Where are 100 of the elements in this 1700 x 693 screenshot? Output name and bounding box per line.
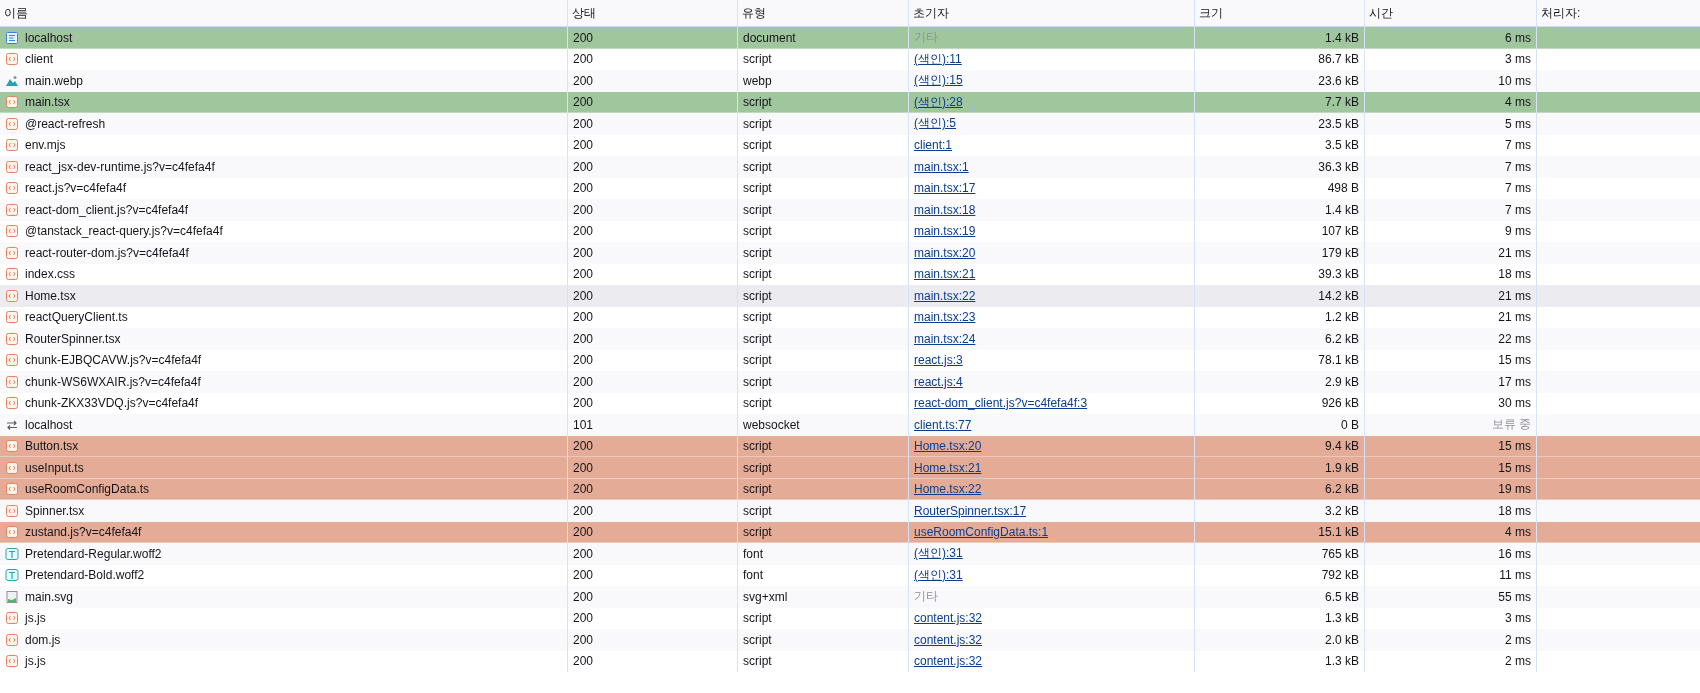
request-row[interactable]: chunk-WS6WXAIR.js?v=c4fefa4f 200 script react.js:4 2.9 kB 17 ms — [0, 371, 1700, 393]
initiator-link[interactable]: content.js:32 — [914, 632, 983, 647]
request-row[interactable]: Pretendard-Regular.woff2 200 font (색인):31 765 kB 16 ms — [0, 543, 1700, 565]
transfer-size: 3.2 kB — [1324, 503, 1359, 518]
request-row[interactable]: @react-refresh 200 script (색인):5 23.5 kB 5 ms — [0, 113, 1700, 135]
transfer-size: 23.5 kB — [1318, 116, 1359, 131]
request-row[interactable]: Home.tsx 200 script main.tsx:22 14.2 kB 21 ms — [0, 285, 1700, 307]
request-row[interactable]: Button.tsx 200 script Home.tsx:20 9.4 kB 15 ms — [0, 435, 1700, 457]
transfer-size: 36.3 kB — [1318, 159, 1359, 174]
request-row[interactable]: main.webp 200 webp (색인):15 23.6 kB 10 ms — [0, 70, 1700, 92]
script-file-icon — [5, 116, 19, 131]
initiator-link[interactable]: main.tsx:1 — [914, 159, 969, 174]
duration: 3 ms — [1505, 52, 1531, 67]
initiator-link[interactable]: RouterSpinner.tsx:17 — [914, 503, 1027, 518]
font-icon — [5, 546, 19, 561]
request-row[interactable]: main.tsx 200 script (색인):28 7.7 kB 4 ms — [0, 91, 1700, 113]
request-row[interactable]: zustand.js?v=c4fefa4f 200 script useRoomConfigData.ts:1 15.1 kB 4 ms — [0, 521, 1700, 543]
request-row[interactable]: useRoomConfigData.ts 200 script Home.tsx:22 6.2 kB 19 ms — [0, 478, 1700, 500]
initiator-link[interactable]: main.tsx:17 — [914, 181, 976, 196]
initiator-link[interactable]: main.tsx:22 — [914, 288, 976, 303]
duration: 15 ms — [1498, 439, 1531, 454]
duration: 21 ms — [1498, 310, 1531, 325]
initiator-link[interactable]: main.tsx:18 — [914, 202, 976, 217]
resource-type: font — [743, 568, 763, 583]
initiator-link[interactable]: (색인):11 — [914, 50, 962, 68]
resource-type: script — [743, 181, 772, 196]
script-file-icon — [5, 159, 19, 174]
initiator-link[interactable]: react-dom_client.js?v=c4fefa4f:3 — [914, 396, 1088, 411]
request-row[interactable]: react_jsx-dev-runtime.js?v=c4fefa4f 200 script main.tsx:1 36.3 kB 7 ms — [0, 156, 1700, 178]
duration: 2 ms — [1505, 654, 1531, 669]
initiator-link[interactable]: (색인):28 — [914, 93, 963, 111]
image-icon — [5, 73, 19, 88]
transfer-size: 14.2 kB — [1318, 288, 1359, 303]
status-code: 200 — [573, 589, 594, 604]
initiator-link[interactable]: content.js:32 — [914, 611, 983, 626]
initiator-link[interactable]: react.js:4 — [914, 374, 963, 389]
status-code: 200 — [573, 611, 594, 626]
script-file-icon — [5, 374, 19, 389]
file-name: Pretendard-Bold.woff2 — [25, 568, 145, 583]
file-name: @react-refresh — [25, 116, 106, 131]
script-file-icon — [5, 503, 19, 518]
file-name: RouterSpinner.tsx — [25, 331, 121, 346]
script-file-icon — [5, 95, 19, 110]
transfer-size: 765 kB — [1321, 546, 1359, 561]
initiator-link[interactable]: main.tsx:19 — [914, 224, 976, 239]
initiator-link[interactable]: react.js:3 — [914, 353, 963, 368]
initiator-link[interactable]: content.js:32 — [914, 654, 983, 669]
initiator-link[interactable]: useRoomConfigData.ts:1 — [914, 525, 1049, 540]
request-row[interactable]: useInput.ts 200 script Home.tsx:21 1.9 kB 15 ms — [0, 457, 1700, 479]
request-row[interactable]: react-router-dom.js?v=c4fefa4f 200 script main.tsx:20 179 kB 21 ms — [0, 242, 1700, 264]
resource-type: script — [743, 267, 772, 282]
request-row[interactable]: dom.js 200 script content.js:32 2.0 kB 2 ms — [0, 629, 1700, 651]
initiator-link[interactable]: main.tsx:23 — [914, 310, 976, 325]
file-name: reactQueryClient.ts — [25, 310, 128, 325]
initiator-link[interactable]: (색인):31 — [914, 566, 963, 584]
initiator-link[interactable]: main.tsx:20 — [914, 245, 976, 260]
duration: 11 ms — [1499, 568, 1531, 583]
initiator-link[interactable]: (색인):31 — [914, 545, 963, 563]
transfer-size: 3.5 kB — [1324, 138, 1359, 153]
request-row[interactable]: RouterSpinner.tsx 200 script main.tsx:24 6.2 kB 22 ms — [0, 328, 1700, 350]
transfer-size: 1.9 kB — [1324, 460, 1359, 475]
resource-type: script — [743, 611, 772, 626]
resource-type: script — [743, 52, 772, 67]
request-row[interactable]: main.svg 200 svg+xml 기타 6.5 kB 55 ms — [0, 586, 1700, 608]
column-header[interactable]: 초기자 — [909, 0, 1195, 26]
script-file-icon — [5, 181, 19, 196]
transfer-size: 1.3 kB — [1324, 611, 1359, 626]
request-row[interactable]: localhost 101 websocket client.ts:77 0 B 보류 중 — [0, 414, 1700, 436]
column-header[interactable]: 크기 — [1195, 0, 1365, 26]
file-name: useInput.ts — [25, 460, 84, 475]
column-header[interactable]: 유형 — [738, 0, 909, 26]
script-file-icon — [5, 611, 19, 626]
column-header[interactable]: 시간 — [1365, 0, 1537, 26]
initiator-link[interactable]: main.tsx:24 — [914, 331, 976, 346]
file-name: Home.tsx — [25, 288, 76, 303]
column-header[interactable]: 이름 — [0, 0, 568, 26]
script-file-icon — [5, 396, 19, 411]
column-header[interactable]: 상태 — [568, 0, 738, 26]
status-code: 200 — [573, 95, 594, 110]
column-header[interactable]: 처리자: — [1537, 0, 1700, 26]
initiator-link[interactable]: Home.tsx:21 — [914, 460, 982, 475]
transfer-size: 1.4 kB — [1324, 30, 1359, 45]
initiator-link[interactable]: (색인):15 — [914, 72, 963, 90]
initiator-link[interactable]: main.tsx:21 — [914, 267, 976, 282]
duration: 18 ms — [1498, 267, 1531, 282]
initiator-link[interactable]: client:1 — [914, 138, 953, 153]
request-row[interactable]: Spinner.tsx 200 script RouterSpinner.tsx:17 3.2 kB 18 ms — [0, 500, 1700, 522]
initiator-link[interactable]: client.ts:77 — [914, 417, 972, 432]
file-name: chunk-ZKX33VDQ.js?v=c4fefa4f — [25, 396, 199, 411]
status-code: 200 — [573, 310, 594, 325]
duration: 9 ms — [1505, 224, 1531, 239]
request-row[interactable]: react-dom_client.js?v=c4fefa4f 200 script main.tsx:18 1.4 kB 7 ms — [0, 199, 1700, 221]
initiator-link[interactable]: (색인):5 — [914, 115, 956, 133]
initiator-link[interactable]: Home.tsx:20 — [914, 439, 982, 454]
transfer-size: 23.6 kB — [1318, 73, 1359, 88]
initiator-link[interactable]: Home.tsx:22 — [914, 482, 982, 497]
resource-type: websocket — [743, 417, 800, 432]
status-code: 200 — [573, 73, 594, 88]
status-code: 200 — [573, 138, 594, 153]
status-code: 200 — [573, 181, 594, 196]
